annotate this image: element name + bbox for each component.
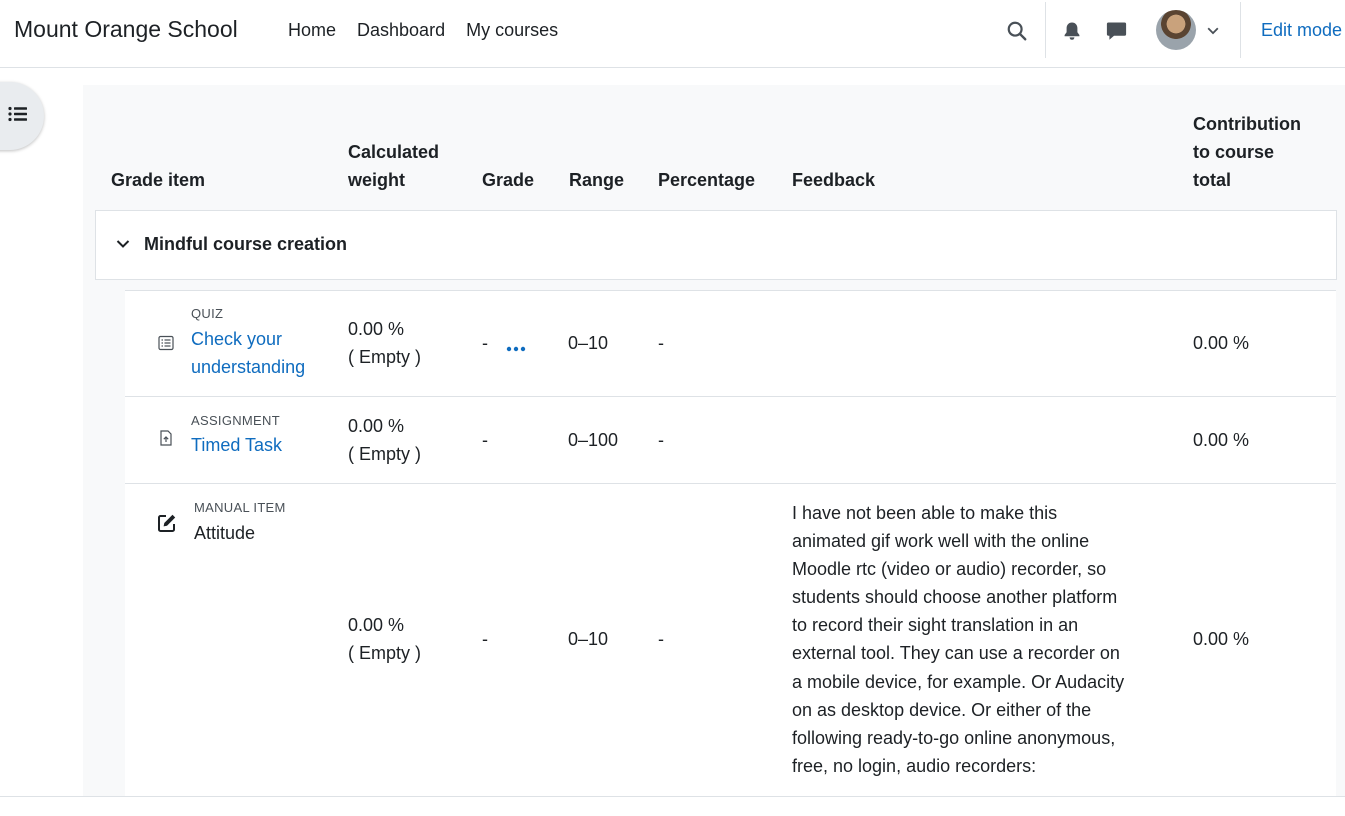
feedback-line: Moodle rtc (video or audio) recorder, so [792, 559, 1107, 580]
grade-value: - [482, 629, 488, 649]
header-contribution-line3: total [1193, 170, 1231, 190]
item-link-timed-task[interactable]: Timed Task [191, 431, 282, 459]
grade-value: - [482, 430, 488, 450]
range-value: 0–100 [568, 430, 619, 450]
table-row [125, 396, 1336, 484]
weight-empty-note: ( Empty ) [348, 444, 422, 464]
percentage-value: - [658, 629, 664, 649]
header-weight-line2: weight [348, 170, 405, 190]
contribution-value: 0.00 % [1193, 430, 1250, 450]
feedback-line: on as desktop device. Or either of the [792, 699, 1092, 720]
assignment-icon [159, 430, 173, 451]
chevron-down-icon[interactable] [116, 236, 130, 254]
feedback-line: to record their sight translation in an [792, 615, 1079, 636]
grade-value: - [482, 333, 488, 353]
category-title: Mindful course creation [144, 234, 348, 254]
feedback-text: I have not been able to make this animat… [792, 499, 1162, 780]
edit-icon [157, 513, 177, 538]
top-navbar: Mount Orange School Home Dashboard My co… [0, 0, 1345, 68]
weight-empty-note: ( Empty ) [348, 643, 422, 663]
range-value: 0–10 [568, 629, 609, 649]
feedback-line: I have not been able to make this [792, 503, 1058, 523]
contribution-value: 0.00 % [1193, 333, 1250, 353]
item-name: Attitude [194, 523, 256, 543]
percentage-value: - [658, 430, 664, 450]
header-contribution-line2: to course [1193, 142, 1275, 162]
item-type-label: MANUAL ITEM [194, 500, 286, 515]
header-contribution-line1: Contribution [1193, 114, 1301, 134]
item-link-check-your-understanding[interactable]: Check your understanding [191, 325, 305, 381]
feedback-line: a mobile device, for example. Or Audacit… [792, 671, 1125, 692]
navbar-divider [1240, 2, 1241, 58]
percentage-value: - [658, 333, 664, 353]
contribution-value: 0.00 % [1193, 629, 1250, 649]
avatar[interactable] [1156, 10, 1196, 50]
list-icon [8, 106, 28, 127]
range-value: 0–10 [568, 333, 609, 353]
feedback-line: free, no login, audio recorders: [792, 755, 1037, 776]
weight-empty-note: ( Empty ) [348, 347, 422, 367]
footer-divider [0, 796, 1345, 797]
header-feedback: Feedback [792, 170, 876, 190]
header-range: Range [569, 170, 625, 190]
header-percentage: Percentage [658, 170, 756, 190]
calculated-weight: 0.00 % [348, 615, 405, 635]
table-row [125, 290, 1336, 397]
item-name-line2[interactable]: understanding [191, 357, 305, 377]
feedback-line: animated gif work well with the online [792, 531, 1090, 552]
item-type-label: QUIZ [191, 306, 224, 321]
more-actions-icon[interactable] [506, 339, 526, 357]
chat-icon[interactable] [1104, 19, 1128, 43]
feedback-line: following ready-to-go online anonymous, [792, 727, 1116, 748]
quiz-icon [158, 335, 174, 356]
header-grade-item: Grade item [111, 170, 206, 190]
calculated-weight: 0.00 % [348, 319, 405, 339]
category-row: Mindful course creation [95, 210, 1337, 280]
navbar-right: Edit mode [0, 0, 1345, 68]
search-icon[interactable] [1004, 18, 1030, 44]
item-name-line1[interactable]: Check your [191, 329, 282, 349]
chevron-down-icon[interactable] [1204, 22, 1222, 40]
edit-mode-toggle[interactable]: Edit mode [1261, 20, 1342, 41]
course-index-toggle[interactable] [0, 82, 44, 150]
header-weight-line1: Calculated [348, 142, 440, 162]
calculated-weight: 0.00 % [348, 416, 405, 436]
feedback-line: external tool. They can use a recorder o… [792, 643, 1120, 664]
bell-icon[interactable] [1061, 19, 1083, 43]
feedback-line: students should choose another platform [792, 587, 1118, 608]
item-type-label: ASSIGNMENT [191, 413, 280, 428]
header-grade: Grade [482, 170, 535, 190]
navbar-divider [1045, 2, 1046, 58]
